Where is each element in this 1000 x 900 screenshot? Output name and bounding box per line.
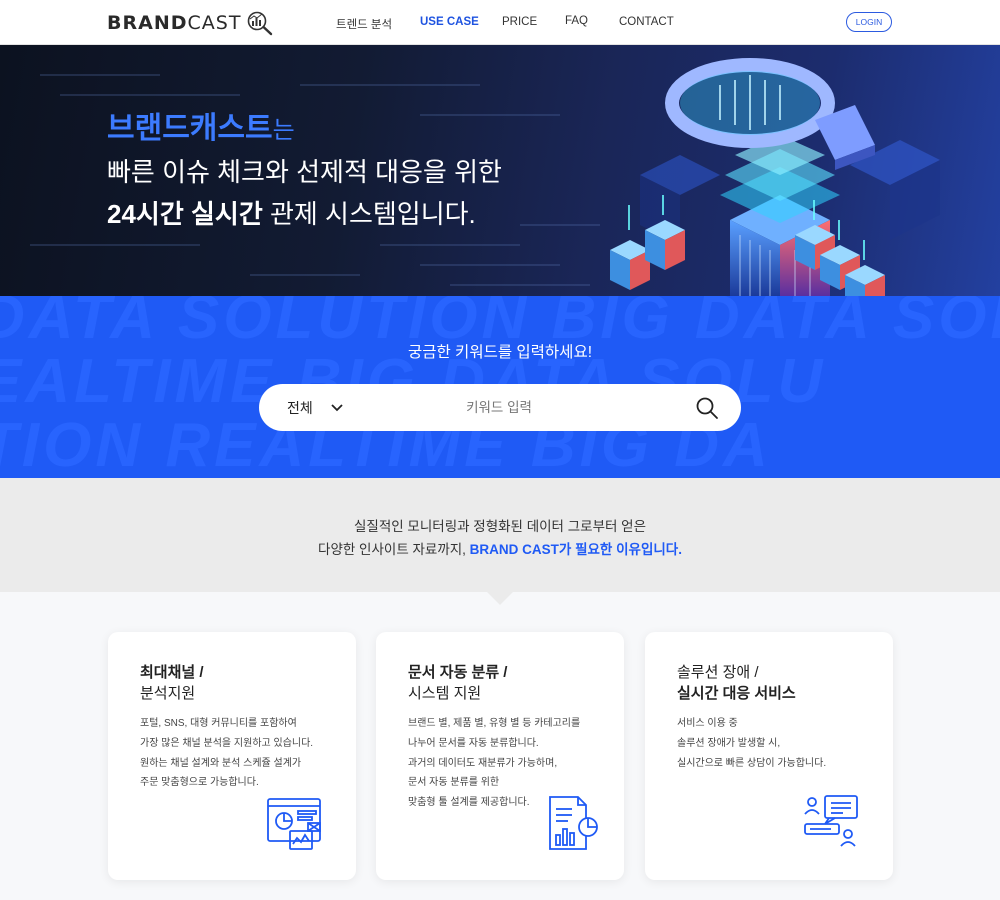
nav-item-use-case[interactable]: USE CASE xyxy=(420,16,479,28)
nav-item-faq[interactable]: FAQ xyxy=(565,15,588,27)
chevron-down-icon xyxy=(331,404,343,412)
hero-banner: 브랜드캐스트는 빠른 이슈 체크와 선제적 대응을 위한 24시간 실시간 관제… xyxy=(0,45,1000,296)
card-title: 최대채널 / 분석지원 xyxy=(140,664,204,702)
keyword-input[interactable] xyxy=(379,394,619,421)
search-bar: 전체 xyxy=(259,384,741,431)
card-title: 문서 자동 분류 / 시스템 지원 xyxy=(408,664,508,702)
hero-line-3-rest: 관제 시스템입니다. xyxy=(262,199,476,229)
intro-statement: 실질적인 모니터링과 정형화된 데이터 그로부터 얻은 다양한 인사이트 자료까… xyxy=(0,478,1000,592)
intro-line-2: 다양한 인사이트 자료까지, BRAND CAST가 필요한 이유입니다. xyxy=(318,542,682,557)
hero-headline: 브랜드캐스트는 빠른 이슈 체크와 선제적 대응을 위한 24시간 실시간 관제… xyxy=(107,109,502,235)
nav-item-contact[interactable]: CONTACT xyxy=(619,16,674,28)
hero-highlight: 24시간 실시간 xyxy=(107,199,263,229)
isometric-data-server-illustration xyxy=(610,58,940,296)
feature-card-realtime-support: 솔루션 장애 / 실시간 대응 서비스 서비스 이용 중 솔루션 장애가 발생할… xyxy=(645,632,893,880)
hero-brand-name: 브랜드캐스트 xyxy=(107,112,273,145)
nav-item-trend-analysis[interactable]: 트렌드 분석 xyxy=(336,16,392,32)
keyword-search-section: DATA SOLUTION BIG DATA SOLU EALTIME BIG … xyxy=(0,296,1000,478)
hero-line-1: 브랜드캐스트는 xyxy=(107,109,502,151)
category-selected-value: 전체 xyxy=(287,400,313,416)
feature-card-auto-classification: 문서 자동 분류 / 시스템 지원 브랜드 별, 제품 별, 유형 별 등 카테… xyxy=(376,632,624,880)
nav-item-price[interactable]: PRICE xyxy=(502,16,537,28)
card-title: 솔루션 장애 / 실시간 대응 서비스 xyxy=(677,664,796,702)
top-navigation: BRANDCAST 트렌드 분석 USE CASE PRICE FAQ CONT… xyxy=(0,0,1000,45)
intro-highlight: BRAND CAST가 필요한 이유입니다. xyxy=(469,542,682,557)
dashboard-analytics-icon xyxy=(267,798,321,850)
category-select[interactable]: 전체 xyxy=(287,398,343,418)
intro-pointer-arrow xyxy=(487,592,513,605)
hero-line-2: 빠른 이슈 체크와 선제적 대응을 위한 xyxy=(107,157,502,187)
search-heading: 궁금한 키워드를 입력하세요! xyxy=(407,344,593,361)
login-button[interactable]: LOGIN xyxy=(846,12,892,32)
hero-line-3: 24시간 실시간 관제 시스템입니다. xyxy=(107,193,502,235)
hero-brand-suffix: 는 xyxy=(272,117,295,144)
search-icon[interactable] xyxy=(695,396,719,420)
card-description: 포털, SNS, 대형 커뮤니티를 포함하여 가장 많은 채널 분석을 지원하고… xyxy=(140,718,314,789)
intro-line-1: 실질적인 모니터링과 정형화된 데이터 그로부터 얻은 xyxy=(354,519,646,534)
card-description: 서비스 이용 중 솔루션 장애가 발생할 시, 실시간으로 빠른 상담이 가능합… xyxy=(677,718,827,769)
chat-support-icon xyxy=(804,795,858,847)
document-report-icon xyxy=(549,796,598,850)
feature-card-channel-analysis: 최대채널 / 분석지원 포털, SNS, 대형 커뮤니티를 포함하여 가장 많은… xyxy=(108,632,356,880)
